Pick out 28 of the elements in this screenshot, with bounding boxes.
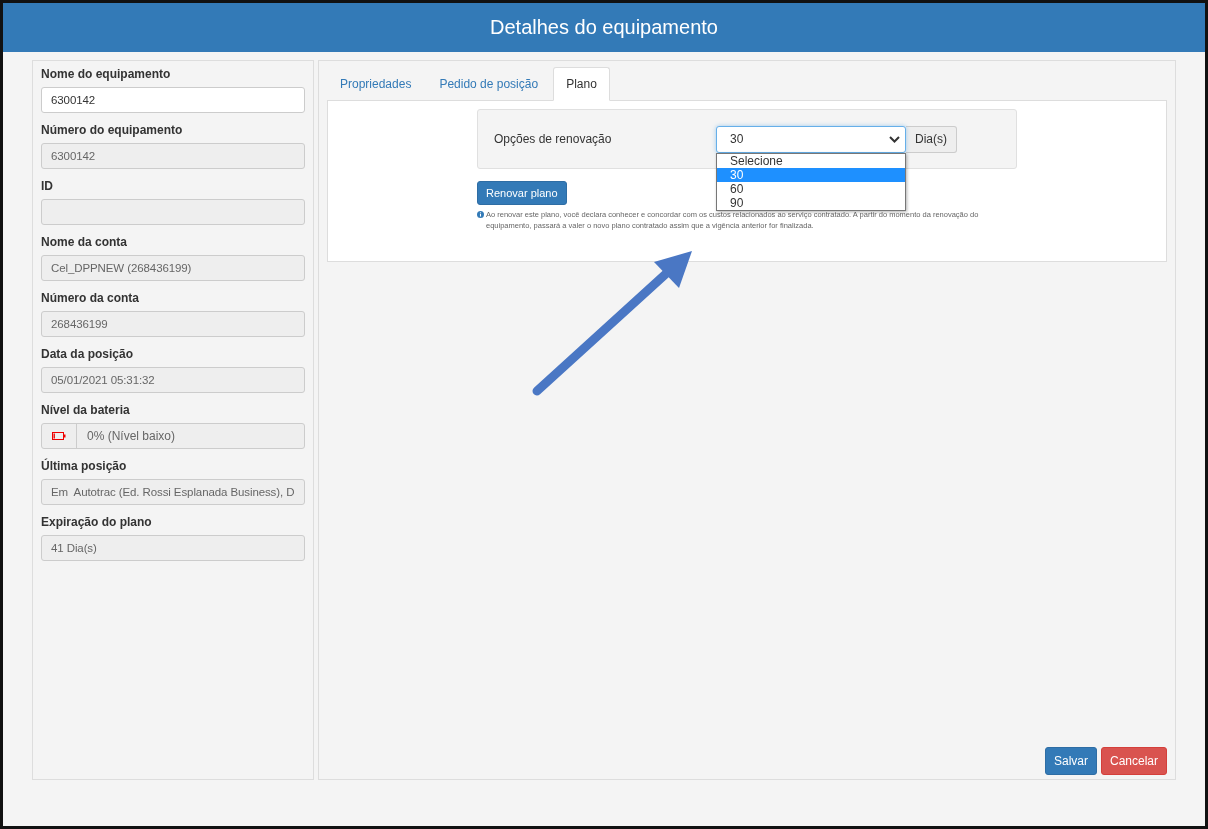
field-label: Nível da bateria [41,403,131,417]
field-label: Nome da conta [41,235,128,249]
info-icon [477,211,484,218]
renew-button[interactable]: Renovar plano [477,181,567,205]
field-label: Última posição [41,459,128,473]
tab[interactable]: Propriedades [327,67,425,101]
field-label: Nome do equipamento [41,67,172,81]
field-label: Data da posição [41,347,135,361]
tab[interactable]: Plano [553,67,610,101]
option-label: Opções de renovação [494,132,613,146]
dropdown-option[interactable]: 60 [717,181,905,196]
action-button[interactable]: Cancelar [1100,747,1167,775]
field-value: 0% (Nível baixo) [86,428,176,445]
field-label: Número da conta [41,291,140,305]
field-label: ID [41,179,54,193]
window-title: Detalhes do equipamento [490,16,718,39]
select-field[interactable]: 30 [716,125,906,153]
field-label: Expiração do plano [41,515,153,529]
battery-icon [52,432,66,440]
dropdown-option[interactable]: 90 [717,195,905,210]
unit-addon: Dia(s) [906,125,957,153]
input-field[interactable]: 6300142 [41,87,305,113]
action-button[interactable]: Salvar [1044,747,1097,775]
dropdown-option[interactable]: 30 [717,167,905,182]
dropdown-option[interactable]: Selecione [717,153,905,168]
field-label: Número do equipamento [41,123,184,137]
chevron-icon [889,135,900,143]
tab[interactable]: Pedido de posição [426,67,552,101]
